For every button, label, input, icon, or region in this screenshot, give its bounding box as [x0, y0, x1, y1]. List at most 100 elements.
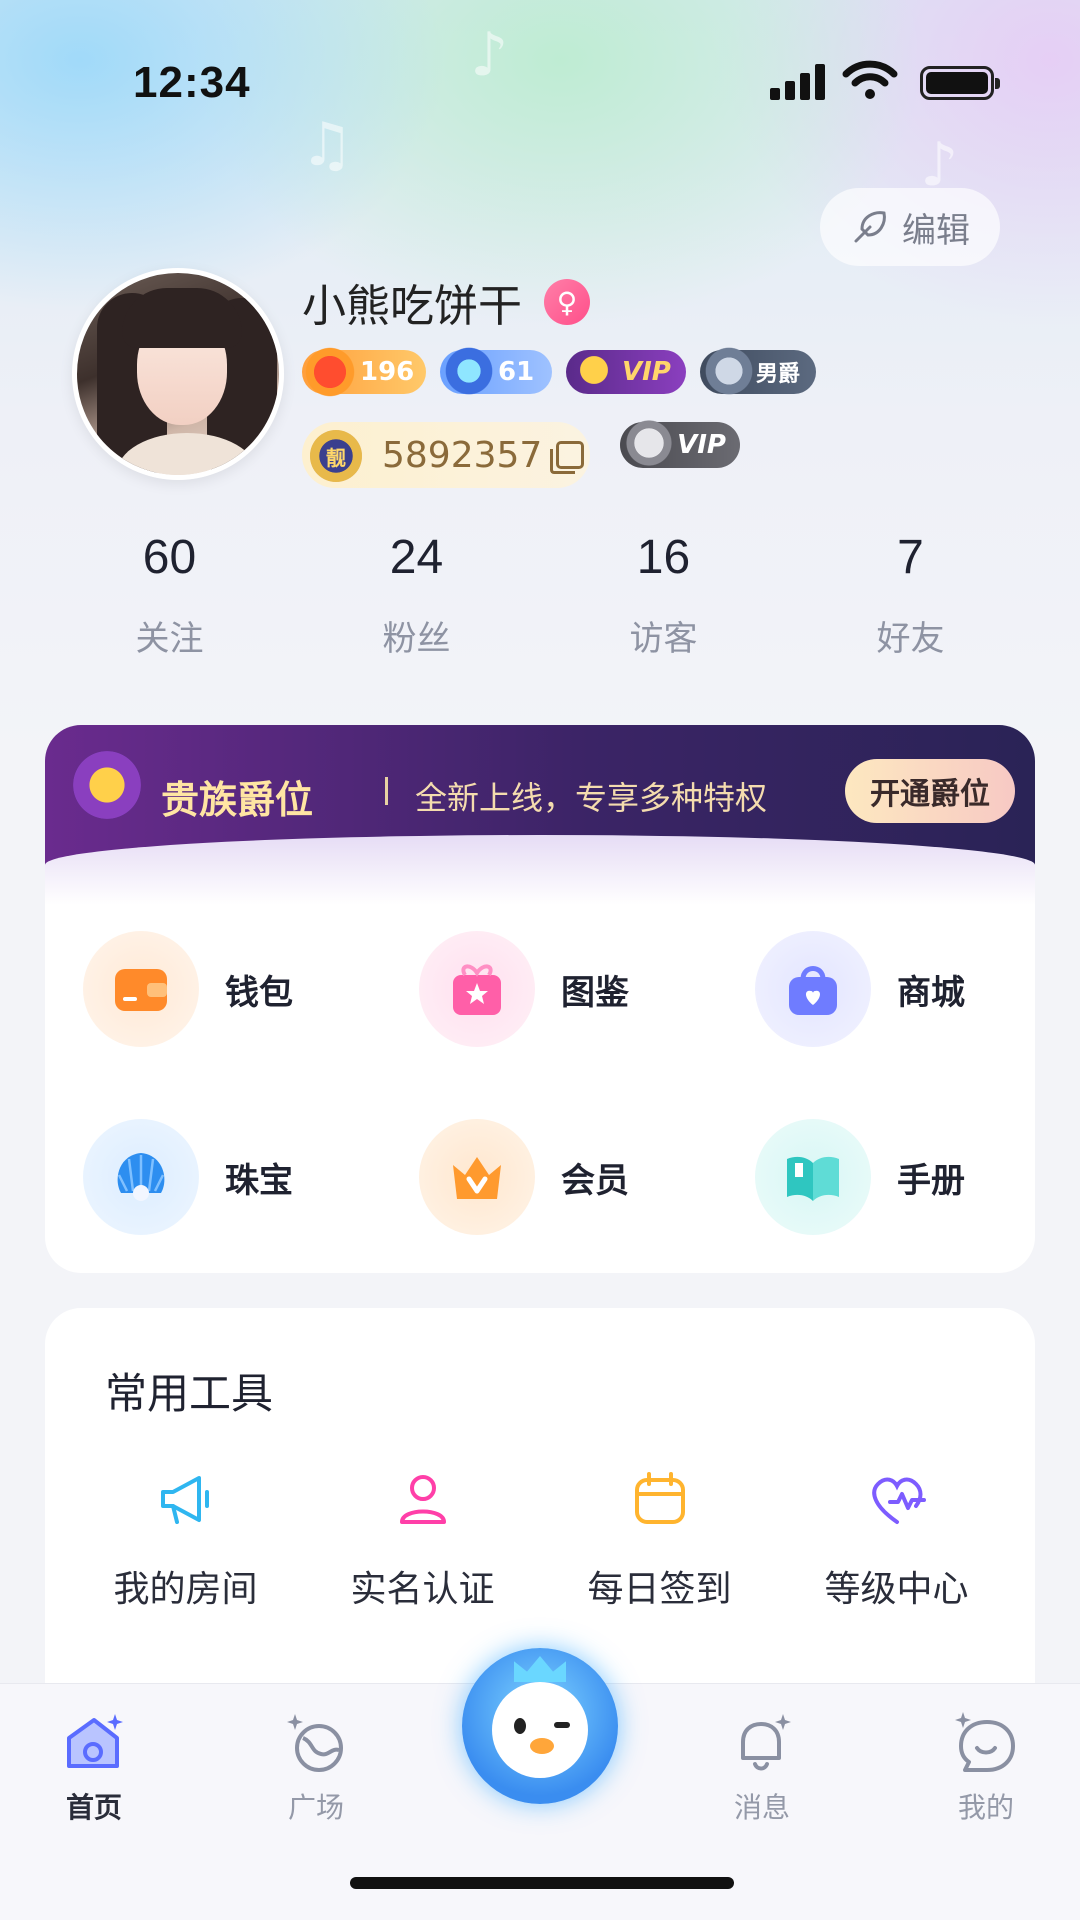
noble-crown-icon	[73, 751, 141, 819]
feature-jewelry[interactable]: 珠宝	[45, 1083, 381, 1271]
stats-row: 60 关注 24 粉丝 16 访客 7 好友	[0, 530, 1080, 660]
wallet-icon	[83, 931, 199, 1047]
noble-subtitle: 全新上线，专享多种特权	[415, 779, 768, 817]
nav-label: 广场	[287, 1791, 344, 1824]
nav-plaza[interactable]: 广场	[246, 1708, 386, 1826]
megaphone-icon	[160, 1476, 209, 1524]
stat-value: 24	[389, 531, 444, 584]
username: 小熊吃饼干	[302, 281, 522, 332]
stat-value: 60	[142, 531, 197, 584]
feature-label: 图鉴	[561, 972, 629, 1013]
edit-label: 编辑	[902, 210, 970, 251]
user-id-pill[interactable]: 靓 5892357	[302, 422, 590, 488]
feature-label: 钱包	[225, 972, 293, 1013]
person-icon	[399, 1475, 446, 1524]
tool-level-center[interactable]: 等级中心	[778, 1468, 1015, 1612]
feature-label: 会员	[561, 1160, 629, 1201]
stat-visitors[interactable]: 16 访客	[540, 530, 787, 660]
avatar[interactable]	[72, 268, 284, 480]
bell-icon	[741, 1714, 791, 1771]
noble-title: 贵族爵位	[161, 778, 314, 822]
stat-following[interactable]: 60 关注	[46, 530, 293, 660]
wifi-icon	[842, 60, 898, 99]
vip-label: VIP	[622, 357, 671, 387]
gift-star-icon	[419, 931, 535, 1047]
open-noble-button[interactable]: 开通爵位	[845, 759, 1015, 823]
baron-emblem-icon	[702, 344, 756, 398]
nav-label: 我的	[957, 1791, 1014, 1824]
feature-handbook[interactable]: 手册	[717, 1083, 1035, 1271]
nav-messages[interactable]: 消息	[692, 1708, 832, 1826]
feature-wallet[interactable]: 钱包	[45, 895, 381, 1083]
tool-label: 每日签到	[587, 1569, 732, 1610]
cellular-signal-icon	[770, 64, 826, 100]
center-mascot-button[interactable]	[462, 1648, 618, 1804]
feature-mall[interactable]: 商城	[717, 895, 1035, 1083]
level-badge[interactable]: 196	[302, 344, 426, 400]
tools-title: 常用工具	[105, 1369, 274, 1418]
tool-my-room[interactable]: 我的房间	[67, 1468, 304, 1612]
stat-label: 粉丝	[382, 619, 451, 659]
home-indicator[interactable]	[350, 1877, 734, 1889]
pretty-id-medal-icon: 靓	[310, 430, 362, 482]
feature-membership[interactable]: 会员	[381, 1083, 717, 1271]
home-icon	[67, 1714, 123, 1768]
crown-icon	[514, 1656, 566, 1682]
copy-icon[interactable]	[550, 441, 585, 474]
noble-banner[interactable]: 贵族爵位 全新上线，专享多种特权 开通爵位	[45, 725, 1035, 905]
feather-pen-icon	[854, 211, 886, 243]
diamond-badge[interactable]: 61	[440, 344, 552, 398]
nav-home[interactable]: 首页	[24, 1708, 164, 1826]
feature-collection[interactable]: 图鉴	[381, 895, 717, 1083]
stat-fans[interactable]: 24 粉丝	[293, 530, 540, 660]
divider	[385, 777, 388, 805]
crown-icon	[419, 1119, 535, 1235]
edit-profile-button[interactable]: 编辑	[820, 188, 1000, 266]
duck-mascot-icon	[492, 1682, 588, 1778]
tool-label: 等级中心	[824, 1569, 969, 1610]
stat-value: 16	[636, 531, 691, 584]
diamond-icon	[442, 344, 496, 398]
tools-row: 我的房间 实名认证 每日签到 等级中心	[45, 1468, 1035, 1612]
silver-vip-badge[interactable]: VIP	[620, 416, 740, 470]
baron-label: 男爵	[756, 362, 801, 387]
book-icon	[755, 1119, 871, 1235]
stat-friends[interactable]: 7 好友	[787, 530, 1034, 660]
tool-daily-checkin[interactable]: 每日签到	[541, 1468, 778, 1612]
username-row: 小熊吃饼干 ♀	[302, 270, 590, 334]
tool-label: 我的房间	[113, 1569, 258, 1610]
calendar-icon	[634, 1472, 685, 1524]
female-gender-icon: ♀	[544, 279, 590, 325]
stat-value: 7	[897, 531, 924, 584]
battery-icon	[920, 66, 1000, 100]
level-value: 196	[360, 357, 415, 387]
baron-badge[interactable]: 男爵	[700, 344, 816, 398]
shopping-bag-icon	[755, 931, 871, 1047]
stat-label: 访客	[629, 619, 698, 659]
feature-label: 商城	[897, 972, 965, 1013]
feature-label: 珠宝	[225, 1160, 293, 1201]
vip-crown-icon	[570, 346, 618, 394]
crown-level-icon	[302, 344, 358, 400]
vip-badge[interactable]: VIP	[566, 346, 686, 394]
planet-icon	[287, 1714, 343, 1772]
heart-pulse-icon	[871, 1477, 926, 1524]
tool-real-name[interactable]: 实名认证	[304, 1468, 541, 1612]
status-bar: 12:34	[0, 0, 1080, 165]
feature-grid: 钱包 图鉴 商城 珠宝 会员 手册	[45, 895, 1035, 1271]
diamond-value: 61	[498, 357, 535, 387]
shell-pearl-icon	[83, 1119, 199, 1235]
nav-label: 首页	[65, 1791, 122, 1824]
user-id: 5892357	[382, 434, 543, 476]
status-time: 12:34	[133, 58, 251, 107]
silver-crown-icon	[622, 416, 676, 470]
nav-mine[interactable]: 我的	[916, 1708, 1056, 1826]
nav-label: 消息	[733, 1791, 790, 1824]
stat-label: 好友	[876, 619, 945, 659]
noble-feature-card: 贵族爵位 全新上线，专享多种特权 开通爵位 钱包 图鉴 商城 珠宝 会员 手册	[45, 725, 1035, 1273]
stat-label: 关注	[135, 619, 204, 659]
tool-label: 实名认证	[350, 1569, 495, 1610]
feature-label: 手册	[897, 1160, 965, 1201]
smile-chat-icon	[955, 1712, 1015, 1772]
badges-row: 196 61 VIP 男爵	[302, 344, 816, 400]
